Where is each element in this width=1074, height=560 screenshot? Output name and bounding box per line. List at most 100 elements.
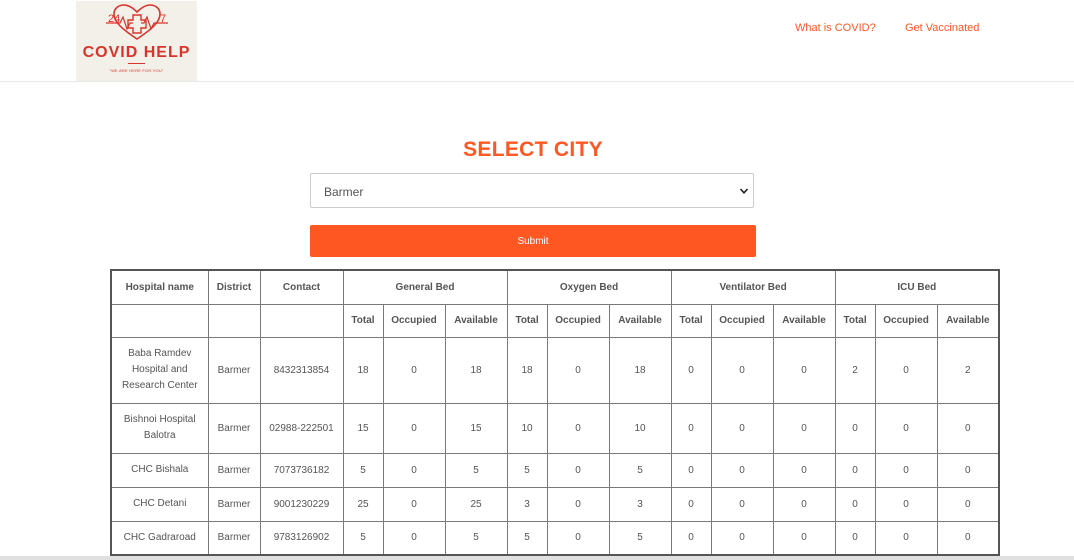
header-icu-bed: ICU Bed	[834, 269, 1000, 305]
logo-number-24: 24	[108, 13, 120, 25]
subheader-available: Available	[608, 303, 672, 338]
cell-oxygen-occupied: 0	[546, 402, 610, 454]
table-row: CHC Detani Barmer 9001230229 25 0 25 3 0…	[110, 486, 1000, 522]
horizontal-scrollbar[interactable]	[0, 556, 1074, 560]
cell-hospital-name: CHC Bishala	[110, 452, 209, 488]
cell-general-available: 15	[444, 402, 508, 454]
table-row: Baba Ramdev Hospital and Research Center…	[110, 336, 1000, 404]
cell-general-total: 15	[342, 402, 384, 454]
cell-icu-total: 0	[834, 486, 876, 522]
header-oxygen-bed: Oxygen Bed	[506, 269, 672, 305]
cell-general-available: 5	[444, 520, 508, 556]
cell-general-total: 5	[342, 452, 384, 488]
cell-contact: 02988-222501	[259, 402, 344, 454]
cell-general-occupied: 0	[382, 486, 446, 522]
subheader-total: Total	[834, 303, 876, 338]
logo-number-7: 7	[160, 13, 166, 25]
table-row: CHC Bishala Barmer 7073736182 5 0 5 5 0 …	[110, 452, 1000, 488]
cell-oxygen-available: 3	[608, 486, 672, 522]
cell-district: Barmer	[207, 486, 261, 522]
cell-general-occupied: 0	[382, 520, 446, 556]
logo-tagline: "WE ARE HERE FOR YOU"	[109, 68, 164, 73]
header-general-bed: General Bed	[342, 269, 508, 305]
cell-ventilator-total: 0	[670, 452, 712, 488]
cell-ventilator-available: 0	[772, 336, 836, 404]
header-contact: Contact	[259, 269, 344, 305]
heart-cross-icon: 24 7	[106, 4, 168, 40]
nav-get-vaccinated[interactable]: Get Vaccinated	[905, 22, 979, 34]
header-hospital-name: Hospital name	[110, 269, 209, 305]
table-row: Bishnoi Hospital Balotra Barmer 02988-22…	[110, 402, 1000, 454]
cell-oxygen-total: 3	[506, 486, 548, 522]
cell-ventilator-occupied: 0	[710, 402, 774, 454]
cell-ventilator-total: 0	[670, 336, 712, 404]
cell-icu-total: 0	[834, 402, 876, 454]
cell-contact: 8432313854	[259, 336, 344, 404]
subheader-occupied: Occupied	[382, 303, 446, 338]
city-select-value: Barmer	[324, 185, 364, 199]
cell-general-total: 25	[342, 486, 384, 522]
cell-oxygen-total: 10	[506, 402, 548, 454]
cell-district: Barmer	[207, 452, 261, 488]
cell-district: Barmer	[207, 336, 261, 404]
cell-oxygen-total: 18	[506, 336, 548, 404]
cell-icu-occupied: 0	[874, 336, 938, 404]
site-header: 24 7 COVID HELP "WE ARE HERE FOR YOU" Wh…	[0, 0, 1074, 82]
cell-general-occupied: 0	[382, 336, 446, 404]
cell-general-occupied: 0	[382, 452, 446, 488]
page-title: SELECT CITY	[463, 138, 603, 161]
cell-icu-occupied: 0	[874, 452, 938, 488]
cell-ventilator-occupied: 0	[710, 336, 774, 404]
subheader-total: Total	[506, 303, 548, 338]
subheader-empty	[207, 303, 261, 338]
cell-icu-available: 0	[936, 520, 1000, 556]
subheader-available: Available	[444, 303, 508, 338]
table-header-row: Hospital name District Contact General B…	[110, 269, 1000, 305]
cell-general-occupied: 0	[382, 402, 446, 454]
cell-oxygen-available: 18	[608, 336, 672, 404]
cell-icu-available: 0	[936, 452, 1000, 488]
cell-hospital-name: CHC Detani	[110, 486, 209, 522]
table-row: CHC Gadraroad Barmer 9783126902 5 0 5 5 …	[110, 520, 1000, 556]
cell-icu-available: 0	[936, 402, 1000, 454]
cell-district: Barmer	[207, 402, 261, 454]
subheader-occupied: Occupied	[874, 303, 938, 338]
cell-hospital-name: CHC Gadraroad	[110, 520, 209, 556]
cell-hospital-name: Baba Ramdev Hospital and Research Center	[110, 336, 209, 404]
cell-ventilator-total: 0	[670, 402, 712, 454]
cell-icu-occupied: 0	[874, 520, 938, 556]
submit-button[interactable]: Submit	[310, 225, 756, 257]
cell-contact: 7073736182	[259, 452, 344, 488]
subheader-available: Available	[772, 303, 836, 338]
header-ventilator-bed: Ventilator Bed	[670, 269, 836, 305]
logo-divider	[128, 63, 145, 64]
cell-icu-occupied: 0	[874, 486, 938, 522]
cell-contact: 9001230229	[259, 486, 344, 522]
cell-ventilator-available: 0	[772, 486, 836, 522]
subheader-occupied: Occupied	[546, 303, 610, 338]
nav-what-is-covid[interactable]: What is COVID?	[795, 22, 876, 34]
subheader-total: Total	[670, 303, 712, 338]
cell-icu-available: 0	[936, 486, 1000, 522]
subheader-empty	[110, 303, 209, 338]
subheader-empty	[259, 303, 344, 338]
chevron-down-icon	[739, 188, 749, 194]
city-select[interactable]: Barmer	[310, 173, 754, 208]
cell-icu-occupied: 0	[874, 402, 938, 454]
cell-ventilator-total: 0	[670, 486, 712, 522]
cell-oxygen-available: 5	[608, 452, 672, 488]
cell-oxygen-occupied: 0	[546, 452, 610, 488]
cell-icu-available: 2	[936, 336, 1000, 404]
cell-ventilator-available: 0	[772, 402, 836, 454]
cell-icu-total: 2	[834, 336, 876, 404]
cell-oxygen-total: 5	[506, 520, 548, 556]
cell-hospital-name: Bishnoi Hospital Balotra	[110, 402, 209, 454]
covid-help-logo[interactable]: 24 7 COVID HELP "WE ARE HERE FOR YOU"	[76, 1, 197, 81]
cell-oxygen-available: 5	[608, 520, 672, 556]
logo-title: COVID HELP	[82, 44, 191, 61]
cell-ventilator-occupied: 0	[710, 520, 774, 556]
cell-oxygen-occupied: 0	[546, 486, 610, 522]
hospital-beds-table: Hospital name District Contact General B…	[110, 269, 1001, 556]
cell-oxygen-available: 10	[608, 402, 672, 454]
subheader-occupied: Occupied	[710, 303, 774, 338]
